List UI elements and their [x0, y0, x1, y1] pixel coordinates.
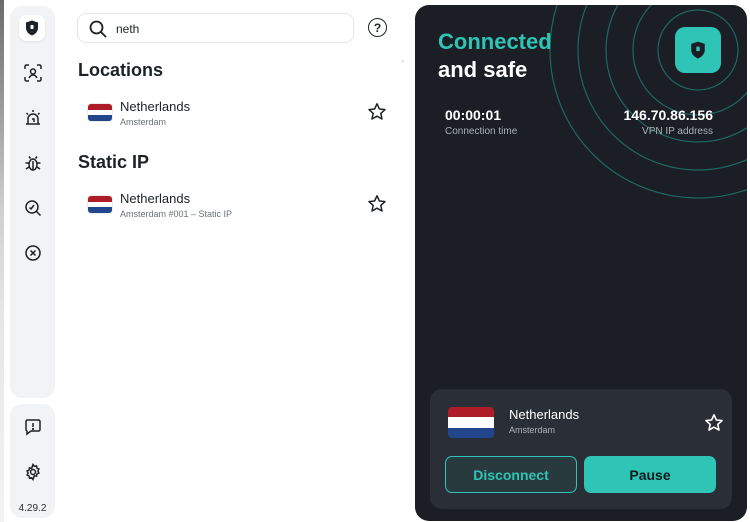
search-icon — [89, 20, 107, 38]
search-scan-icon — [25, 200, 42, 217]
search-box[interactable] — [77, 13, 354, 43]
shield-icon — [26, 20, 38, 36]
sidebar-item-blocker[interactable] — [20, 240, 46, 266]
help-button[interactable]: ? — [368, 18, 387, 37]
sidebar-item-settings[interactable] — [20, 459, 46, 485]
shield-badge — [675, 27, 721, 73]
favorite-star-icon[interactable] — [367, 102, 387, 122]
shield-icon — [691, 41, 705, 59]
section-title-static-ip: Static IP — [78, 152, 150, 172]
location-item[interactable]: Netherlands Amsterdam — [78, 97, 398, 137]
alarm-icon — [25, 110, 41, 125]
disconnect-button[interactable]: Disconnect — [445, 456, 577, 493]
netherlands-flag-icon — [448, 407, 494, 438]
gear-icon — [26, 463, 40, 481]
status-safe: and safe — [438, 57, 528, 82]
window-edge — [0, 0, 4, 522]
app-version: 4.29.2 — [18, 503, 47, 514]
scrollbar[interactable] — [401, 60, 404, 63]
netherlands-flag-icon — [88, 196, 112, 213]
pause-button[interactable]: Pause — [584, 456, 716, 493]
netherlands-flag-icon — [88, 104, 112, 121]
vpn-ip-label: VPN IP address — [642, 126, 713, 137]
vpn-status-panel: Connected and safe 00:00:01 Connection t… — [415, 5, 747, 521]
current-location-card: Netherlands Amsterdam Disconnect Pause — [430, 389, 732, 509]
bug-icon — [25, 156, 41, 171]
location-city: Amsterdam #001 – Static IP — [120, 209, 233, 219]
current-location-city: Amsterdam — [509, 425, 556, 435]
sidebar-item-feedback[interactable] — [20, 414, 46, 440]
sidebar-item-antivirus[interactable] — [20, 150, 46, 176]
sidebar-item-vpn[interactable] — [19, 15, 45, 41]
location-item[interactable]: Netherlands Amsterdam #001 – Static IP — [78, 189, 398, 229]
location-name: Netherlands — [120, 191, 191, 206]
sidebar-item-alerts[interactable] — [20, 105, 46, 131]
current-location-name: Netherlands — [509, 407, 580, 422]
block-icon — [25, 245, 41, 261]
connection-time-label: Connection time — [445, 126, 518, 137]
location-city: Amsterdam — [120, 117, 167, 127]
vpn-ip: 146.70.86.156 — [623, 107, 713, 123]
location-name: Netherlands — [120, 99, 191, 114]
section-title-locations: Locations — [78, 60, 164, 80]
search-input[interactable] — [116, 20, 336, 38]
feedback-icon — [25, 419, 41, 436]
status-connected: Connected — [438, 29, 552, 54]
face-scan-icon — [24, 64, 42, 82]
sidebar-item-identity[interactable] — [20, 60, 46, 86]
question-icon: ? — [373, 20, 382, 35]
connection-time: 00:00:01 — [445, 107, 502, 123]
favorite-star-icon[interactable] — [704, 413, 724, 433]
favorite-star-icon[interactable] — [367, 194, 387, 214]
sidebar-item-scan[interactable] — [20, 195, 46, 221]
